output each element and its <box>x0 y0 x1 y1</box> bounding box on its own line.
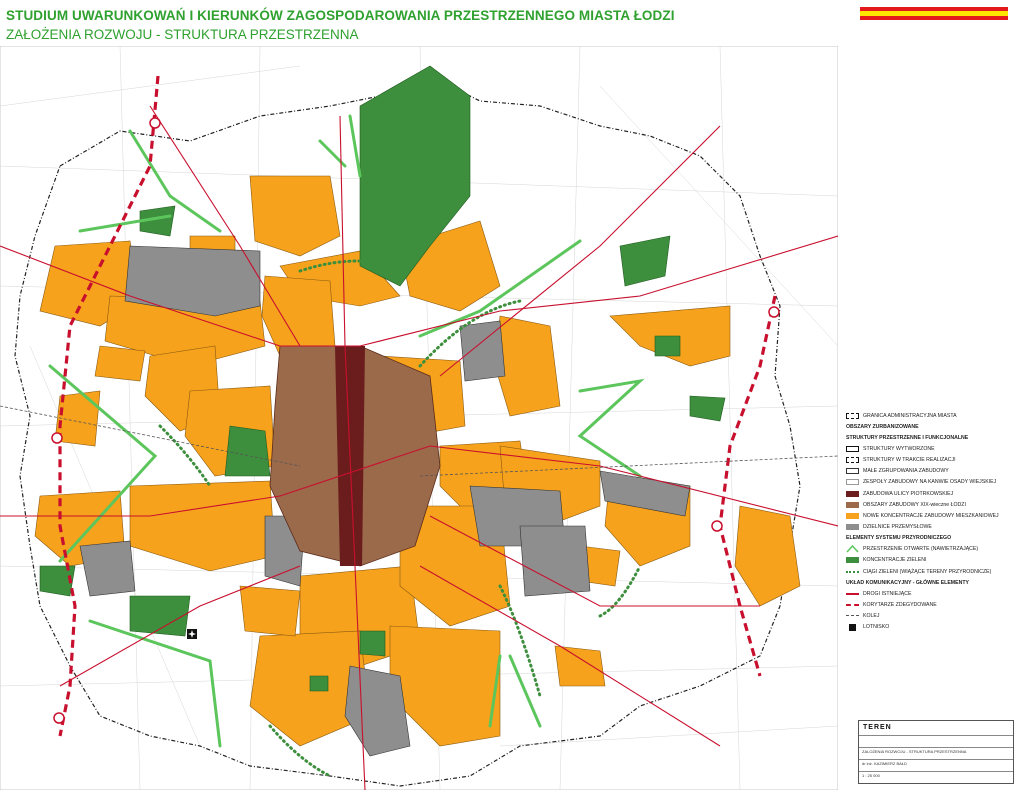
title-block-divider <box>859 771 1013 772</box>
orange-swatch-icon <box>846 512 859 519</box>
solid-outline-icon <box>846 445 859 452</box>
legend-item-residential: NOWE KONCENTRACJE ZABUDOWY MIESZKANIOWEJ <box>846 510 1018 521</box>
lodz-flag <box>860 7 1008 20</box>
green-triangle-icon <box>846 545 859 553</box>
legend-item-historic: OBSZARY ZABUDOWY XIX-wieczne ŁODZI <box>846 499 1018 510</box>
dotted-green-line-icon <box>846 570 859 573</box>
legend-item-small-groups: MAŁE ZGRUPOWANIA ZABUDOWY <box>846 466 1018 477</box>
title-block-row: ZALOŻENIA ROZWOJU - STRUKTURA PRZESTRZEN… <box>862 749 967 754</box>
city-structure-map[interactable] <box>0 46 838 790</box>
title-block: TEREN ZALOŻENIA ROZWOJU - STRUKTURA PRZE… <box>858 720 1014 784</box>
title-block-row: 1 : 25 000 <box>862 773 880 778</box>
legend-item-industrial: DZIELNICE PRZEMYSŁOWE <box>846 522 1018 533</box>
legend-item-piotrkowska: ZABUDOWA ULICY PIOTRKOWSKIEJ <box>846 488 1018 499</box>
page-title: STUDIUM UWARUNKOWAŃ I KIERUNKÓW ZAGOSPOD… <box>6 8 675 23</box>
legend-item-green-concentrations: KONCENTRACJE ZIELENI <box>846 555 1018 566</box>
thin-outline-icon <box>846 468 859 475</box>
legend-item-airport: LOTNISKO <box>846 622 1018 633</box>
title-block-divider <box>859 735 1013 736</box>
historic-core <box>269 345 441 567</box>
green-swatch-icon <box>846 557 859 564</box>
legend-item-built: STRUKTURY WYTWORZONE <box>846 443 1018 454</box>
gray-outline-icon <box>846 479 859 486</box>
dashed-outline-icon <box>846 456 859 463</box>
legend-structures-header: STRUKTURY PRZESTRZENNE I FUNKCJONALNE <box>846 434 969 441</box>
legend-item-open-space: PRZESTRZENIE OTWARTE (NAWIETRZAJĄCE) <box>846 544 1018 555</box>
teren-logo: TEREN <box>863 724 892 731</box>
map-legend: GRANICA ADMINISTRACYJNA MIASTA OBSZARY Z… <box>846 410 1018 633</box>
airport-icon <box>187 629 197 639</box>
page-subtitle: ZAŁOŻENIA ROZWOJU - STRUKTURA PRZESTRZEN… <box>6 27 359 42</box>
title-block-row: dr inż. KAZIMIERZ BAŁD <box>862 761 907 766</box>
legend-item-corridors: KORYTARZE ZDEGYDOWANE <box>846 599 1018 610</box>
title-block-divider <box>859 759 1013 760</box>
legend-nature-header: ELEMENTY SYSTEMU PRZYRODNICZEGO <box>846 535 952 542</box>
legend-urbanized-header: OBSZARY ZURBANIZOWANE <box>846 423 919 430</box>
legend-item-green-links: CIĄGI ZIELENI (WIĄŻĄCE TERENY PRZYRODNIC… <box>846 566 1018 577</box>
legend-transport-header: UKŁAD KOMUNIKACYJNY - GŁÓWNE ELEMENTY <box>846 579 969 586</box>
red-line-icon <box>846 592 859 595</box>
flag-stripe-red-bottom <box>860 15 1008 20</box>
legend-item-roads: DROGI ISTNIEJĄCE <box>846 588 1018 599</box>
gray-swatch-icon <box>846 524 859 531</box>
airport-icon <box>849 623 856 631</box>
legend-item-railway: KOLEJ <box>846 611 1018 622</box>
dashed-boundary-icon <box>846 412 859 419</box>
legend-admin-boundary: GRANICA ADMINISTRACYJNA MIASTA <box>846 410 1018 421</box>
railway-line-icon <box>846 615 859 617</box>
legend-item-village: ZESPOŁY ZABUDOWY NA KANWIE OSADY WIEJSKI… <box>846 477 1018 488</box>
brown-swatch-icon <box>846 501 859 508</box>
dark-red-swatch-icon <box>846 490 859 497</box>
title-block-divider <box>859 747 1013 748</box>
dashed-red-line-icon <box>846 604 859 607</box>
legend-item-in-progress: STRUKTURY W TRAKCIE REALIZACJI <box>846 454 1018 465</box>
